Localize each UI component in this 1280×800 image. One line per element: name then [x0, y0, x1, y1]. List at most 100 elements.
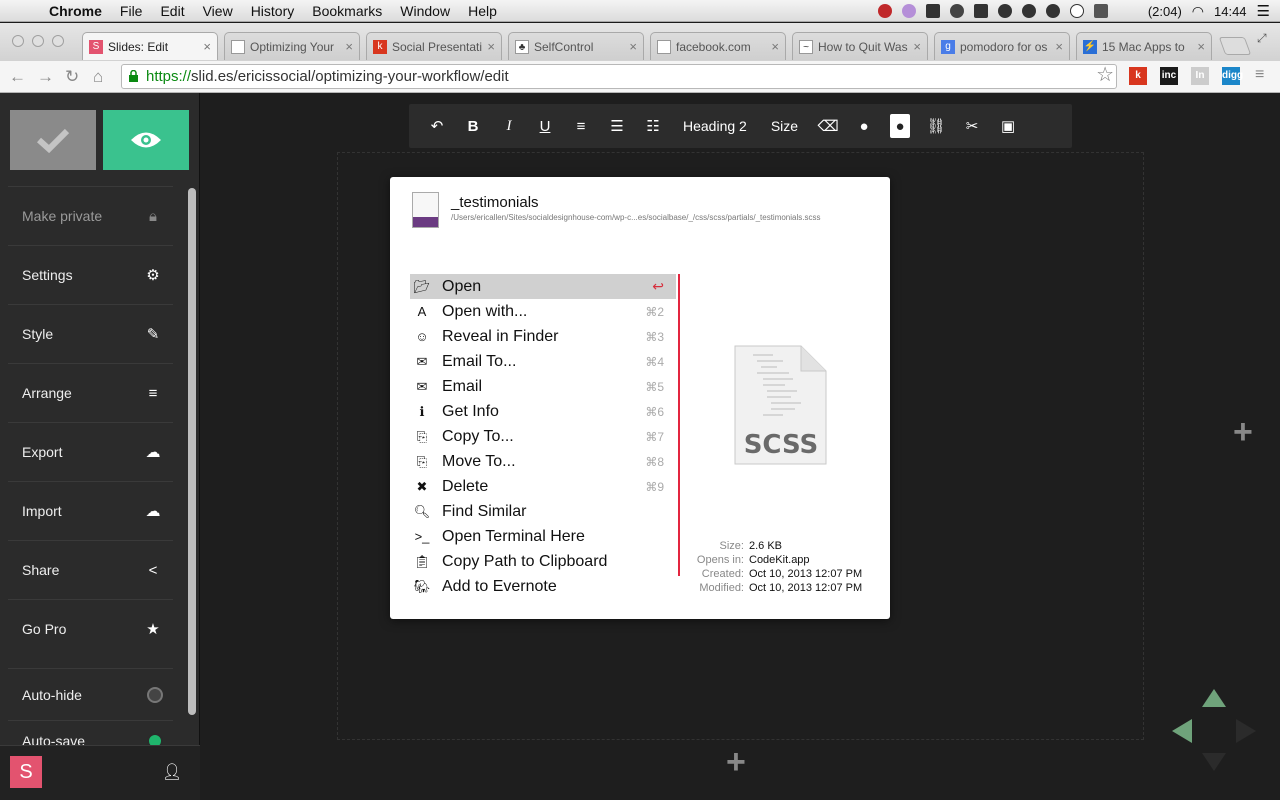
tab[interactable]: Optimizing Your ×: [224, 32, 360, 60]
tray-app-icon[interactable]: [901, 4, 916, 18]
sidebar-item-import[interactable]: Import ☁: [8, 481, 173, 540]
close-tab-icon[interactable]: ×: [487, 39, 495, 54]
image-icon[interactable]: ▣: [990, 104, 1026, 148]
tray-app-icon[interactable]: [1045, 4, 1060, 18]
action-find-similar[interactable]: 🔍︎ Find Similar: [410, 499, 676, 524]
extension-icon[interactable]: inc: [1160, 67, 1178, 85]
close-tab-icon[interactable]: ×: [629, 39, 637, 54]
action-copy-to[interactable]: ⎘ Copy To... ⌘7: [410, 424, 676, 449]
tray-app-icon[interactable]: [949, 4, 964, 18]
size-select[interactable]: Size: [759, 104, 810, 148]
action-move-to[interactable]: ⎘ Move To... ⌘8: [410, 449, 676, 474]
close-window-button[interactable]: [12, 35, 24, 47]
tab[interactable]: ♣ SelfControl ×: [508, 32, 644, 60]
bookmark-star-icon[interactable]: ☆: [1096, 64, 1114, 87]
sidebar-item-settings[interactable]: Settings ⚙: [8, 245, 173, 304]
add-slide-right-icon[interactable]: +: [1233, 413, 1253, 452]
fullscreen-icon[interactable]: ⤢: [1257, 31, 1267, 46]
save-done-button[interactable]: [10, 110, 96, 170]
minimize-window-button[interactable]: [32, 35, 44, 47]
extension-icon[interactable]: In: [1191, 67, 1209, 85]
menu-edit[interactable]: Edit: [151, 3, 193, 19]
close-tab-icon[interactable]: ×: [1197, 39, 1205, 54]
nav-right-arrow[interactable]: [1236, 719, 1256, 743]
action-email[interactable]: ✉ Email ⌘5: [410, 374, 676, 399]
text-color-icon[interactable]: ●: [846, 104, 882, 148]
tab[interactable]: ~ How to Quit Was ×: [792, 32, 928, 60]
sidebar-item-style[interactable]: Style ✎: [8, 304, 173, 363]
address-bar[interactable]: https://slid.es/ericissocial/optimizing-…: [121, 64, 1117, 89]
unlink-icon[interactable]: ✂: [954, 104, 990, 148]
bold-icon[interactable]: B: [455, 104, 491, 148]
preview-button[interactable]: [103, 110, 189, 170]
clock[interactable]: 14:44: [1214, 4, 1247, 19]
menu-bookmarks[interactable]: Bookmarks: [303, 3, 391, 19]
chrome-menu-icon[interactable]: ≡: [1255, 66, 1264, 84]
action-add-to-evernote[interactable]: 🐘︎ Add to Evernote: [410, 574, 676, 599]
sidebar-item-make-private[interactable]: Make private 🔒︎: [8, 186, 173, 245]
close-tab-icon[interactable]: ×: [913, 39, 921, 54]
action-open[interactable]: 📂︎ Open ↩: [410, 274, 676, 299]
italic-icon[interactable]: I: [491, 104, 527, 148]
slides-logo[interactable]: S: [10, 756, 42, 788]
sidebar-item-export[interactable]: Export ☁: [8, 422, 173, 481]
action-get-info[interactable]: ℹ Get Info ⌘6: [410, 399, 676, 424]
sidebar-item-go-pro[interactable]: Go Pro ★: [8, 599, 173, 658]
link-icon[interactable]: ⛓: [918, 104, 954, 148]
forward-icon[interactable]: →: [37, 67, 54, 87]
extension-icon[interactable]: k: [1129, 67, 1147, 85]
reload-icon[interactable]: ↻: [65, 67, 79, 87]
align-center-icon[interactable]: ≡: [563, 104, 599, 148]
bullet-list-icon[interactable]: ☰: [599, 104, 635, 148]
tray-app-icon[interactable]: [1021, 4, 1036, 18]
menu-window[interactable]: Window: [391, 3, 459, 19]
undo-icon[interactable]: ↶: [419, 104, 455, 148]
tray-app-icon[interactable]: [1069, 4, 1084, 18]
action-reveal-in-finder[interactable]: ☺ Reveal in Finder ⌘3: [410, 324, 676, 349]
action-delete[interactable]: ✖ Delete ⌘9: [410, 474, 676, 499]
tray-app-icon[interactable]: [877, 4, 892, 18]
zoom-window-button[interactable]: [52, 35, 64, 47]
tab[interactable]: facebook.com ×: [650, 32, 786, 60]
new-tab-button[interactable]: [1218, 37, 1252, 55]
sidebar-item-share[interactable]: Share <: [8, 540, 173, 599]
underline-icon[interactable]: U: [527, 104, 563, 148]
back-icon[interactable]: ←: [9, 67, 26, 87]
menu-history[interactable]: History: [242, 3, 304, 19]
numbered-list-icon[interactable]: ☷: [635, 104, 671, 148]
battery-time[interactable]: (2:04): [1148, 4, 1182, 19]
wifi-icon[interactable]: ◠: [1192, 3, 1204, 20]
close-tab-icon[interactable]: ×: [771, 39, 779, 54]
nav-down-arrow[interactable]: [1202, 753, 1226, 771]
tab[interactable]: S Slides: Edit ×: [82, 32, 218, 60]
eraser-icon[interactable]: ⌫: [810, 104, 846, 148]
close-tab-icon[interactable]: ×: [203, 39, 211, 54]
dropbox-icon[interactable]: [925, 4, 940, 18]
sidebar-scrollbar[interactable]: [188, 188, 196, 715]
toggle-switch[interactable]: [147, 686, 163, 703]
menu-help[interactable]: Help: [459, 3, 506, 19]
evernote-tray-icon[interactable]: [1093, 4, 1108, 18]
nav-up-arrow[interactable]: [1202, 689, 1226, 707]
action-open-terminal-here[interactable]: >_ Open Terminal Here: [410, 524, 676, 549]
tab[interactable]: k Social Presentati ×: [366, 32, 502, 60]
close-tab-icon[interactable]: ×: [1055, 39, 1063, 54]
menu-app-name[interactable]: Chrome: [40, 3, 111, 19]
menu-view[interactable]: View: [194, 3, 242, 19]
home-icon[interactable]: ⌂: [93, 67, 103, 87]
background-color-icon[interactable]: ●: [890, 114, 911, 138]
tray-app-icon[interactable]: [997, 4, 1012, 18]
action-email-to[interactable]: ✉ Email To... ⌘4: [410, 349, 676, 374]
action-copy-path-to-clipboard[interactable]: 📋︎ Copy Path to Clipboard: [410, 549, 676, 574]
sidebar-item-arrange[interactable]: Arrange ≡: [8, 363, 173, 422]
tab[interactable]: ⚡ 15 Mac Apps to ×: [1076, 32, 1212, 60]
menu-list-icon[interactable]: ☰: [1257, 2, 1270, 20]
close-tab-icon[interactable]: ×: [345, 39, 353, 54]
heading-select[interactable]: Heading 2: [671, 104, 759, 148]
extension-icon[interactable]: digg: [1222, 67, 1243, 85]
user-icon[interactable]: 👤︎: [162, 762, 182, 782]
tab[interactable]: g pomodoro for os ×: [934, 32, 1070, 60]
action-open-with[interactable]: A Open with... ⌘2: [410, 299, 676, 324]
add-slide-below-icon[interactable]: +: [726, 743, 746, 782]
menu-file[interactable]: File: [111, 3, 152, 19]
